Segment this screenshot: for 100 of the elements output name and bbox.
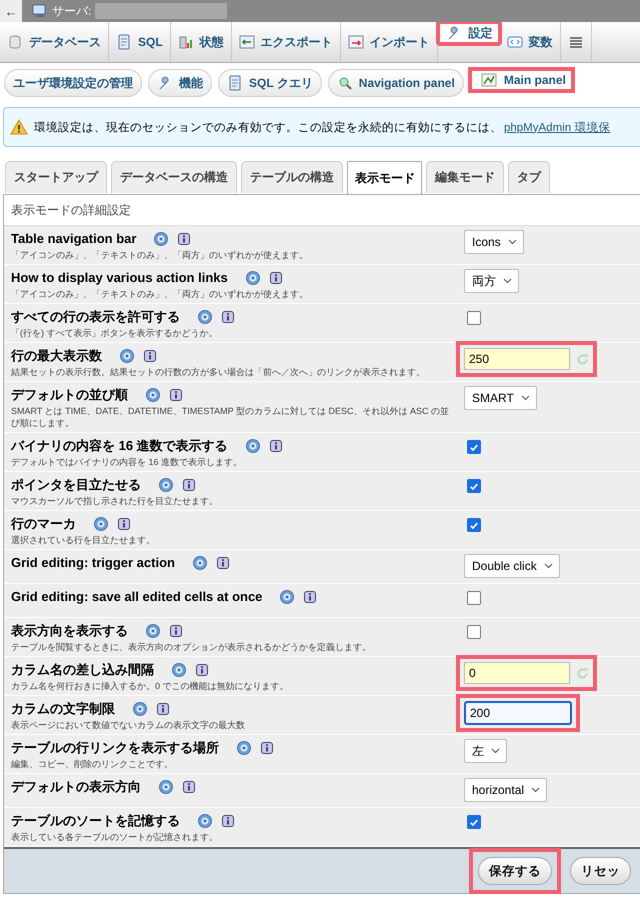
input-field[interactable]: 250 (464, 348, 570, 370)
chevron-icon (508, 239, 517, 245)
settings-tab[interactable]: 表示モード (347, 161, 422, 195)
dropdown[interactable]: Double click (464, 554, 560, 578)
checkbox[interactable] (467, 815, 481, 829)
scroll-icon (227, 75, 243, 91)
info-icon[interactable] (170, 625, 182, 637)
checkbox[interactable] (467, 518, 481, 532)
info-icon[interactable] (157, 703, 169, 715)
info-icon[interactable] (222, 815, 234, 827)
settings-tab[interactable]: 編集モード (426, 161, 504, 193)
checkbox[interactable] (467, 479, 481, 493)
sub-tab[interactable]: Main panel (470, 69, 573, 91)
help-icon[interactable] (133, 702, 147, 716)
storage-link[interactable]: phpMyAdmin 環境保 (504, 122, 610, 134)
sub-tab[interactable]: SQL クエリ (218, 69, 322, 97)
checkbox[interactable] (467, 625, 481, 639)
sub-tab[interactable]: Navigation panel (328, 69, 464, 97)
sub-tab[interactable]: 機能 (148, 69, 212, 97)
form-button[interactable]: 保存する (478, 857, 552, 885)
settings-tab[interactable]: テーブルの構造 (241, 161, 343, 193)
code-icon (506, 34, 523, 50)
info-icon[interactable] (118, 518, 130, 530)
setting-description: 「(行を) すべて表示」ボタンを表示するかどうか。 (11, 327, 218, 339)
checkbox[interactable] (467, 311, 481, 325)
info-icon[interactable] (183, 479, 195, 491)
setting-description: テーブルを閲覧するときに、表示方向のオプションが表示されるかどうかを定義します。 (11, 641, 372, 653)
setting-label: カラムの文字制限 (11, 700, 115, 718)
info-icon[interactable] (270, 272, 282, 284)
help-icon[interactable] (94, 517, 108, 531)
help-icon[interactable] (192, 556, 207, 570)
help-icon[interactable] (280, 590, 294, 604)
settings-tab[interactable]: スタートアップ (5, 161, 107, 193)
export-icon (238, 34, 255, 50)
form-button[interactable]: リセッ (570, 857, 631, 885)
setting-label: Table navigation bar (11, 230, 136, 248)
checkbox[interactable] (467, 591, 481, 605)
nav-tab[interactable]: エクスポート (232, 22, 341, 62)
chevron-icon (531, 787, 540, 793)
chevron-icon (544, 563, 553, 569)
setting-description: SMART とは TIME、DATE、DATETIME、TIMESTAMP 型のカラムに対しては DESC、それ以外は ASC の並び順にします。 (11, 405, 450, 429)
info-icon[interactable] (144, 350, 156, 362)
info-icon[interactable] (270, 440, 282, 452)
setting-description: 「アイコンのみ」、「テキストのみ」、「両方」のいずれかが使えます。 (11, 288, 309, 300)
dropdown[interactable]: Icons (464, 230, 524, 254)
setting-label: テーブルのソートを記憶する (11, 812, 180, 830)
settings-tab[interactable]: データベースの構造 (111, 161, 237, 193)
setting-description: 表示ページにおいて数値でないカラムの表示文字の最大数 (11, 719, 246, 731)
help-icon[interactable] (154, 232, 168, 246)
help-icon[interactable] (246, 271, 260, 285)
help-icon[interactable] (246, 439, 260, 453)
panel-heading: 表示モードの詳細設定 (4, 195, 640, 226)
info-icon[interactable] (183, 781, 195, 793)
settings-tab[interactable]: タブ (508, 161, 550, 193)
dropdown[interactable]: SMART (464, 386, 537, 410)
help-icon[interactable] (198, 814, 212, 828)
database-icon (7, 34, 23, 50)
help-icon[interactable] (237, 741, 251, 755)
dropdown[interactable]: 両方 (464, 269, 519, 293)
info-icon[interactable] (304, 591, 316, 603)
input-field[interactable]: 0 (464, 662, 570, 684)
back-button[interactable]: ← (0, 0, 22, 22)
nav-tab[interactable]: 設定 (438, 22, 500, 44)
nav-tab[interactable]: データベース (0, 22, 109, 62)
server-icon (32, 4, 48, 18)
checkbox[interactable] (467, 440, 481, 454)
nav-tab[interactable]: SQL (109, 22, 171, 62)
info-icon[interactable] (216, 557, 229, 569)
info-icon[interactable] (222, 311, 234, 323)
help-icon[interactable] (159, 478, 173, 492)
info-icon[interactable] (261, 742, 273, 754)
help-icon[interactable] (146, 624, 160, 638)
dropdown[interactable]: horizontal (464, 778, 548, 802)
setting-description: 表示している各テーブルのソートが記憶されます。 (11, 831, 219, 843)
help-icon[interactable] (198, 310, 212, 324)
dropdown[interactable]: 左 (464, 739, 507, 763)
input-field[interactable]: 200 (464, 701, 572, 725)
setting-description: マウスカーソルで指し示された行を目立たせます。 (11, 495, 219, 507)
chevron-icon (491, 748, 500, 754)
setting-description: 結果セットの表示行数。結果セットの行数の方が多い場合は「前へ／次へ」のリンクが表示されます。 (11, 366, 426, 378)
help-icon[interactable] (120, 349, 134, 363)
setting-label: Grid editing: trigger action (11, 554, 175, 572)
setting-description: 編集、コピー、削除のリンクことです。 (11, 758, 174, 770)
setting-description: 「アイコンのみ」、「テキストのみ」、「両方」のいずれかが使えます。 (11, 249, 309, 261)
info-icon[interactable] (178, 233, 190, 245)
sub-tab[interactable]: ユーザ環境設定の管理 (4, 69, 142, 97)
nav-tab[interactable]: 変数 (500, 22, 561, 62)
info-icon[interactable] (196, 664, 208, 676)
chevron-icon (520, 395, 530, 401)
setting-label: 表示方向を表示する (11, 622, 128, 640)
help-icon[interactable] (146, 388, 160, 402)
help-icon[interactable] (159, 780, 173, 794)
nav-tab[interactable]: 状態 (170, 22, 232, 62)
import-icon (348, 34, 364, 50)
panel-icon (480, 72, 497, 88)
help-icon[interactable] (172, 663, 186, 677)
setting-description: 選択されている行を目立たせます。 (11, 534, 156, 546)
setting-label: ポインタを目立たせる (11, 476, 141, 494)
setting-label: デフォルトの並び順 (11, 386, 128, 404)
info-icon[interactable] (170, 389, 182, 401)
